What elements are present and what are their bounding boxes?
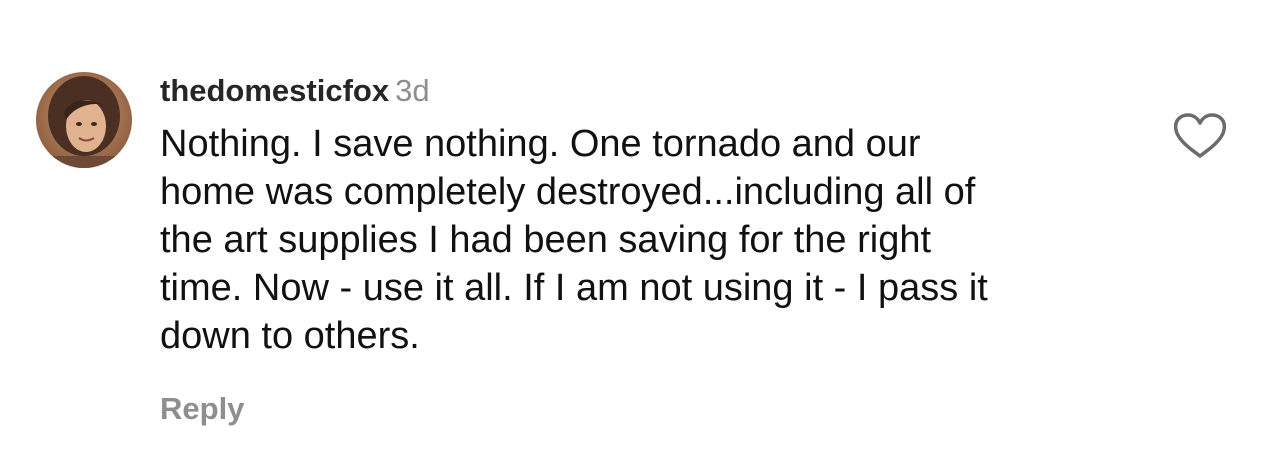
comment-text-line: time. Now - use it all. If I am not usin… <box>160 267 988 309</box>
comment-text-line: down to others. <box>160 315 420 357</box>
comment-body: thedomesticfox 3d Nothing. I save nothing… <box>160 70 1150 360</box>
comment-meta: thedomesticfox 3d <box>160 70 1150 112</box>
comment-text-line: Nothing. I save nothing. One tornado and… <box>160 123 921 165</box>
heart-outline-icon <box>1173 113 1227 158</box>
comment-text: Nothing. I save nothing. One tornado and… <box>160 120 1150 360</box>
comment-text-line: home was completely destroyed...includin… <box>160 171 976 213</box>
comment: thedomesticfox 3d Nothing. I save nothing… <box>0 0 1284 454</box>
reply-button[interactable]: Reply <box>160 388 244 430</box>
like-button[interactable] <box>1172 112 1228 160</box>
profile-photo <box>36 72 132 168</box>
avatar[interactable] <box>36 72 132 168</box>
username[interactable]: thedomesticfox <box>160 73 389 108</box>
comment-text-line: the art supplies I had been saving for t… <box>160 219 932 261</box>
timestamp: 3d <box>395 73 430 108</box>
